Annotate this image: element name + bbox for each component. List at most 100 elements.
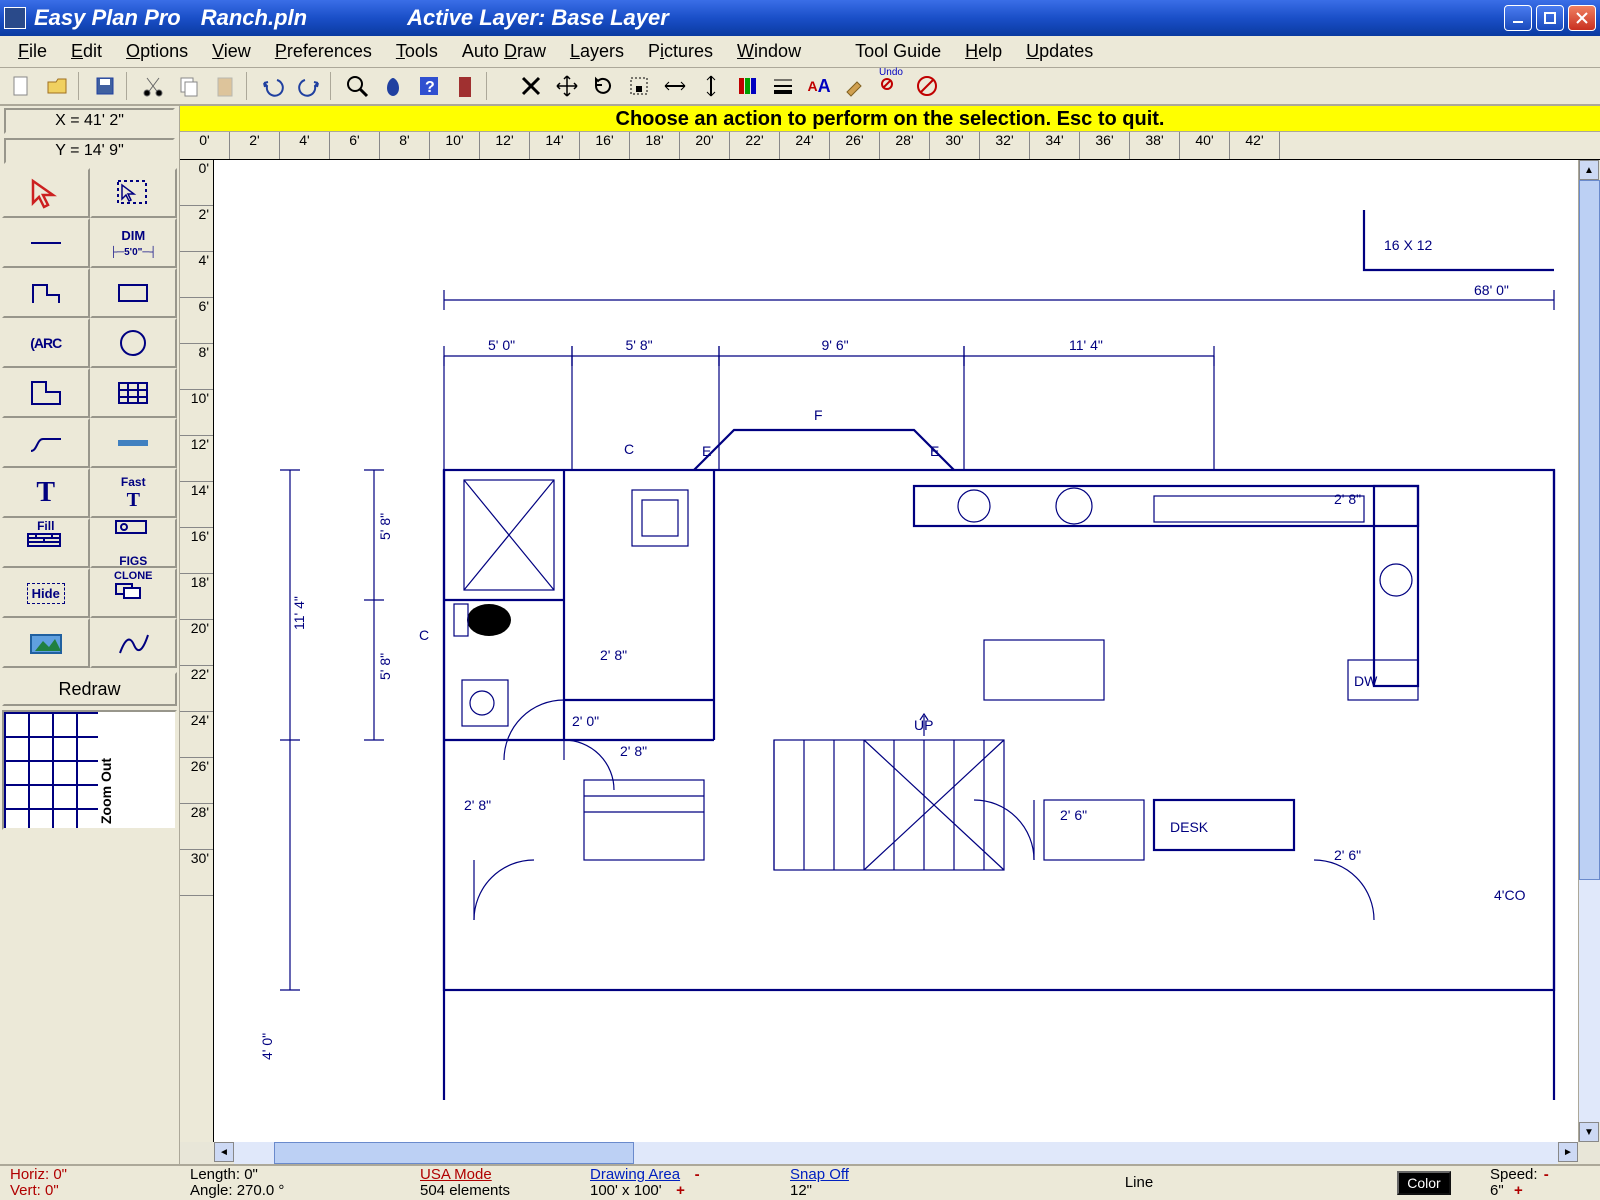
redo-icon[interactable] — [292, 70, 326, 102]
undo-action-icon[interactable]: Undo — [874, 70, 908, 102]
circle-tool[interactable] — [90, 318, 178, 368]
drawing-tools-grid: DIM├─5'0"─┤ (ARC T FastT Fill FIGS Hide … — [0, 166, 179, 670]
undo-icon[interactable] — [256, 70, 290, 102]
svg-text:DW: DW — [1354, 673, 1378, 689]
dimension-tool[interactable]: DIM├─5'0"─┤ — [90, 218, 178, 268]
menu-toolguide[interactable]: Tool Guide — [843, 39, 953, 64]
lshape-tool[interactable] — [2, 368, 90, 418]
menu-layers[interactable]: Layers — [558, 39, 636, 64]
polygon-tool[interactable] — [2, 268, 90, 318]
snap-value: 12" — [790, 1183, 898, 1199]
svg-text:5' 8": 5' 8" — [377, 653, 393, 680]
cut-icon[interactable] — [136, 70, 170, 102]
menu-edit[interactable]: Edit — [59, 39, 114, 64]
x-coordinate: X = 41' 2" — [4, 108, 175, 134]
drawing-area-link[interactable]: Drawing Area — [590, 1166, 680, 1183]
redraw-button[interactable]: Redraw — [2, 672, 177, 706]
menu-tools[interactable]: Tools — [384, 39, 450, 64]
beam-tool[interactable] — [90, 418, 178, 468]
color-button[interactable]: Color — [1397, 1171, 1450, 1195]
resize-v-icon[interactable] — [694, 70, 728, 102]
main-toolbar: ? AA Undo — [0, 68, 1600, 106]
figs-tool[interactable]: FIGS — [90, 518, 178, 568]
hide-tool[interactable]: Hide — [2, 568, 90, 618]
menu-help[interactable]: Help — [953, 39, 1014, 64]
cancel-icon[interactable] — [910, 70, 944, 102]
image-tool[interactable] — [2, 618, 90, 668]
svg-text:2' 6": 2' 6" — [1334, 847, 1361, 863]
floorplan-canvas[interactable]: 16 X 12 68' 0" 5' 0"5' 8"9' 6"11' 4" F E… — [214, 160, 1578, 1142]
menu-view[interactable]: View — [200, 39, 263, 64]
y-coordinate: Y = 14' 9" — [4, 138, 175, 164]
svg-text:C: C — [419, 627, 429, 643]
menu-options[interactable]: Options — [114, 39, 200, 64]
move-icon[interactable] — [550, 70, 584, 102]
table-tool[interactable] — [90, 368, 178, 418]
new-icon[interactable] — [4, 70, 38, 102]
svg-text:4'CO: 4'CO — [1494, 887, 1526, 903]
colors-icon[interactable] — [730, 70, 764, 102]
paste-icon[interactable] — [208, 70, 242, 102]
status-bar: Horiz: 0" Vert: 0" Length: 0" Angle: 270… — [0, 1164, 1600, 1200]
snap-link[interactable]: Snap Off — [790, 1167, 898, 1183]
maximize-button[interactable] — [1536, 5, 1564, 31]
vertical-scrollbar[interactable]: ▲▼ — [1578, 160, 1600, 1142]
text-style-icon[interactable]: AA — [802, 70, 836, 102]
rectangle-tool[interactable] — [90, 268, 178, 318]
open-icon[interactable] — [40, 70, 74, 102]
svg-text:F: F — [814, 407, 823, 423]
window-titlebar: Easy Plan Pro Ranch.pln Active Layer: Ba… — [0, 0, 1600, 36]
menu-file[interactable]: File — [6, 39, 59, 64]
area-plus[interactable]: + — [676, 1182, 685, 1199]
app-icon — [4, 7, 26, 29]
svg-text:C: C — [624, 441, 634, 457]
mouse-icon[interactable] — [376, 70, 410, 102]
svg-text:E: E — [702, 443, 711, 459]
lineweight-icon[interactable] — [766, 70, 800, 102]
zoom-overview[interactable]: Zoom Out — [2, 710, 177, 830]
svg-text:E: E — [930, 443, 939, 459]
paint-icon[interactable] — [838, 70, 872, 102]
marquee-tool[interactable] — [90, 168, 178, 218]
zoom-icon[interactable] — [340, 70, 374, 102]
text-tool[interactable]: T — [2, 468, 90, 518]
close-button[interactable] — [1568, 5, 1596, 31]
lock-icon[interactable] — [622, 70, 656, 102]
svg-text:11' 4": 11' 4" — [1069, 337, 1103, 353]
copy-icon[interactable] — [172, 70, 206, 102]
menu-updates[interactable]: Updates — [1014, 39, 1105, 64]
line-tool[interactable] — [2, 218, 90, 268]
resize-h-icon[interactable] — [658, 70, 692, 102]
svg-text:9' 6": 9' 6" — [822, 337, 849, 353]
active-layer: Active Layer: Base Layer — [407, 5, 669, 31]
menu-preferences[interactable]: Preferences — [263, 39, 384, 64]
help-icon[interactable]: ? — [412, 70, 446, 102]
pointer-tool[interactable] — [2, 168, 90, 218]
delete-icon[interactable] — [514, 70, 548, 102]
speed-plus[interactable]: + — [1514, 1182, 1523, 1199]
selection-hint: Choose an action to perform on the selec… — [180, 106, 1600, 132]
horizontal-scrollbar[interactable]: ◄► — [180, 1142, 1600, 1164]
menu-pictures[interactable]: Pictures — [636, 39, 725, 64]
rotate-icon[interactable] — [586, 70, 620, 102]
status-horiz: Horiz: 0" — [10, 1167, 168, 1183]
fill-tool[interactable]: Fill — [2, 518, 90, 568]
speed-minus[interactable]: - — [1544, 1166, 1549, 1183]
save-icon[interactable] — [88, 70, 122, 102]
status-angle: Angle: 270.0 ° — [190, 1183, 398, 1199]
minimize-button[interactable] — [1504, 5, 1532, 31]
svg-text:2' 8": 2' 8" — [1334, 491, 1361, 507]
door-icon[interactable] — [448, 70, 482, 102]
svg-text:2' 6": 2' 6" — [1060, 807, 1087, 823]
area-minus[interactable]: - — [695, 1166, 700, 1183]
svg-text:2' 8": 2' 8" — [600, 647, 627, 663]
arc-tool[interactable]: (ARC — [2, 318, 90, 368]
menu-autodraw[interactable]: Auto Draw — [450, 39, 558, 64]
step-tool[interactable] — [2, 418, 90, 468]
status-mode[interactable]: USA Mode — [420, 1167, 568, 1183]
clone-tool[interactable]: CLONE — [90, 568, 178, 618]
spline-tool[interactable] — [90, 618, 178, 668]
svg-text:11' 4": 11' 4" — [291, 596, 307, 630]
menu-window[interactable]: Window — [725, 39, 813, 64]
fast-text-tool[interactable]: FastT — [90, 468, 178, 518]
